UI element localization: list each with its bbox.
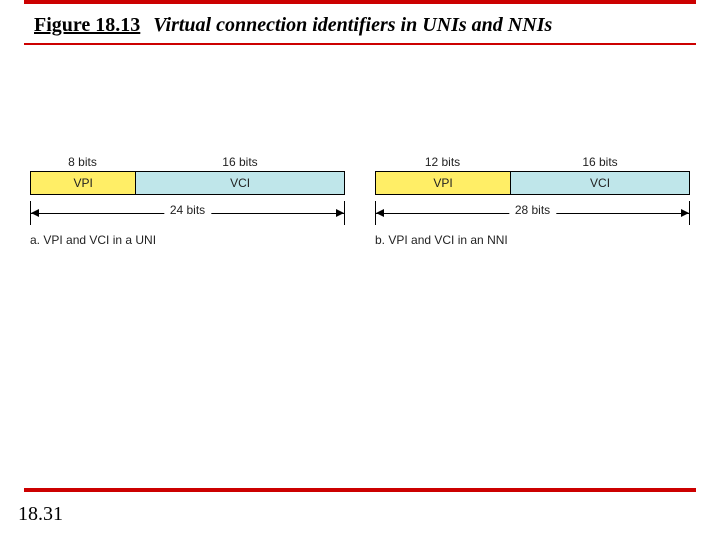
bottom-rule bbox=[24, 488, 696, 492]
dimension-b: 28 bits bbox=[375, 201, 690, 227]
caption-b: b. VPI and VCI in an NNI bbox=[375, 233, 690, 247]
bit-labels-a: 8 bits 16 bits bbox=[30, 155, 345, 169]
dim-arrow-left-a bbox=[31, 209, 39, 217]
dim-arrow-right-b bbox=[681, 209, 689, 217]
vpi-bits-label-b: 12 bits bbox=[375, 155, 510, 169]
fields-b: VPI VCI bbox=[375, 171, 690, 195]
dim-arrow-left-b bbox=[376, 209, 384, 217]
vpi-bits-label-a: 8 bits bbox=[30, 155, 135, 169]
vci-field-b: VCI bbox=[510, 172, 689, 194]
fields-a: VPI VCI bbox=[30, 171, 345, 195]
diagram-area: 8 bits 16 bits VPI VCI 24 bits a. VPI an… bbox=[0, 45, 720, 247]
figure-number: Figure 18.13 bbox=[34, 14, 140, 36]
caption-a: a. VPI and VCI in a UNI bbox=[30, 233, 345, 247]
total-bits-b: 28 bits bbox=[509, 203, 556, 217]
dim-arrow-right-a bbox=[336, 209, 344, 217]
vci-bits-label-a: 16 bits bbox=[135, 155, 345, 169]
total-bits-a: 24 bits bbox=[164, 203, 211, 217]
figure-title: Virtual connection identifiers in UNIs a… bbox=[153, 14, 552, 36]
vpi-field-b: VPI bbox=[376, 172, 510, 194]
diagram-uni: 8 bits 16 bits VPI VCI 24 bits a. VPI an… bbox=[30, 155, 345, 247]
vci-field-a: VCI bbox=[135, 172, 344, 194]
dimension-a: 24 bits bbox=[30, 201, 345, 227]
vpi-field-a: VPI bbox=[31, 172, 135, 194]
page-number: 18.31 bbox=[18, 503, 63, 526]
vci-bits-label-b: 16 bits bbox=[510, 155, 690, 169]
diagram-nni: 12 bits 16 bits VPI VCI 28 bits b. VPI a… bbox=[375, 155, 690, 247]
bit-labels-b: 12 bits 16 bits bbox=[375, 155, 690, 169]
figure-heading: Figure 18.13 Virtual connection identifi… bbox=[0, 4, 720, 43]
